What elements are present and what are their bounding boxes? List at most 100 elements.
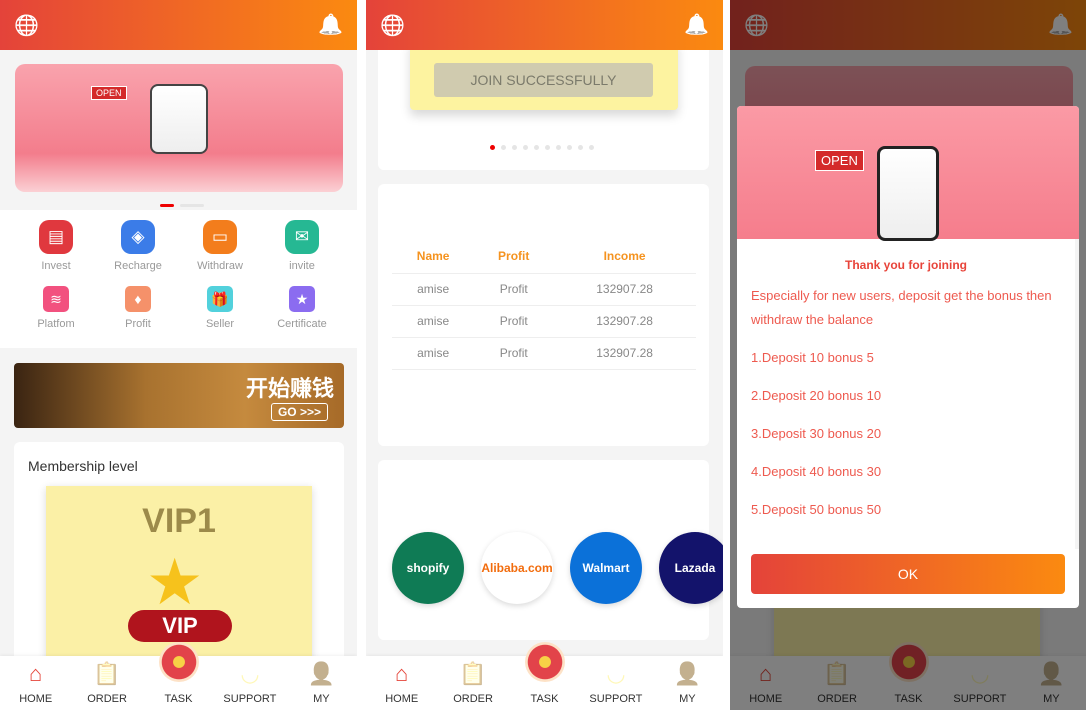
carousel-dots <box>160 204 204 207</box>
tab-support[interactable]: ◡ SUPPORT <box>214 656 285 710</box>
shortcut-label: Profit <box>125 318 151 330</box>
table-cell: Profit <box>474 273 554 306</box>
column-header: Name <box>392 239 475 274</box>
tab-support[interactable]: ◡ SUPPORT <box>580 656 651 710</box>
recharge-icon: ◈ <box>121 220 155 254</box>
home-icon: ⌂ <box>395 661 409 686</box>
clipboard-icon: 📋 <box>459 661 487 686</box>
shortcut-label: Recharge <box>114 260 162 272</box>
vip-level: VIP1 <box>142 502 216 540</box>
tab-bar: ⌂ HOME 📋 ORDER TASK ◡ SUPPORT 👤 MY <box>0 642 357 710</box>
vip-card: JOIN SUCCESSFULLY <box>410 40 678 110</box>
shortcut-invite[interactable]: ✉ invite <box>261 220 343 272</box>
tab-label: MY <box>313 693 330 705</box>
shortcut-withdraw[interactable]: ▭ Withdraw <box>179 220 261 272</box>
bonus-item: 2.Deposit 20 bonus 10 <box>751 388 882 403</box>
tab-my[interactable]: 👤 MY <box>286 656 357 710</box>
bonus-item: 3.Deposit 30 bonus 20 <box>751 426 882 441</box>
welcome-modal: OPEN Thank you for joining Especially fo… <box>737 106 1079 608</box>
shortcut-label: Certificate <box>277 318 327 330</box>
tab-order[interactable]: 📋 ORDER <box>437 656 508 710</box>
tab-label: ORDER <box>453 693 493 705</box>
shortcut-label: invite <box>289 260 315 272</box>
shortcut-invest[interactable]: ▤ Invest <box>15 220 97 272</box>
tab-task[interactable]: TASK <box>143 642 214 710</box>
home-icon: ⌂ <box>29 661 43 686</box>
ok-button[interactable]: OK <box>751 554 1065 594</box>
shortcut-seller[interactable]: 🎁 Seller <box>179 286 261 330</box>
phone-illustration <box>877 146 939 241</box>
tab-my[interactable]: 👤 MY <box>652 656 723 710</box>
table-cell: amise <box>392 305 475 338</box>
shortcut-grid: ▤ Invest ◈ Recharge ▭ Withdraw ✉ invite ≋ Platfom… <box>0 210 357 348</box>
open-sign: OPEN <box>91 86 127 100</box>
home-screen: 🌐 🔔 OPEN ▤ Invest ◈ Recharge ▭ Withdraw ✉ invite… <box>0 0 357 710</box>
headset-icon: ◡ <box>240 661 260 686</box>
shortcut-platfom[interactable]: ≋ Platfom <box>15 286 97 330</box>
tab-label: TASK <box>164 693 193 705</box>
shortcut-recharge[interactable]: ◈ Recharge <box>97 220 179 272</box>
bonus-item: 4.Deposit 40 bonus 30 <box>751 464 882 479</box>
table-cell: amise <box>392 273 475 306</box>
table-cell: Profit <box>474 305 554 338</box>
membership-title: Membership level <box>28 458 138 474</box>
partner-logo-shopify[interactable]: shopify <box>392 532 464 604</box>
task-coin <box>524 642 565 682</box>
partner-logo-alibaba[interactable]: Alibaba.com <box>481 532 553 604</box>
profit-table: Name Profit Income amise Profit 132907.28 amis… <box>392 239 696 370</box>
go-button[interactable]: GO >>> <box>270 403 328 421</box>
profit-table-card: Name Profit Income amise Profit 132907.28 amis… <box>378 184 709 446</box>
coin-icon <box>143 642 214 689</box>
headset-icon: ◡ <box>606 661 626 686</box>
globe-icon[interactable]: 🌐 <box>380 13 405 38</box>
column-header: Income <box>553 239 696 274</box>
join-successfully-button[interactable]: JOIN SUCCESSFULLY <box>434 63 653 97</box>
task-coin <box>158 642 199 682</box>
shortcut-label: Seller <box>205 318 235 330</box>
table-cell: 132907.28 <box>553 337 696 370</box>
tab-order[interactable]: 📋 ORDER <box>71 656 142 710</box>
phone-illustration <box>150 84 208 154</box>
table-row: amise Profit 132907.28 <box>392 337 696 370</box>
tab-label: ORDER <box>87 693 127 705</box>
vip-card[interactable]: VIP1 ★ VIP <box>46 486 312 666</box>
header: 🌐🔔 <box>366 0 723 50</box>
table-row: amise Profit 132907.28 <box>392 273 696 306</box>
modal-title: Thank you for joining <box>845 258 967 272</box>
table-cell: 132907.28 <box>553 305 696 338</box>
table-cell: Profit <box>474 337 554 370</box>
shortcut-certificate[interactable]: ★ Certificate <box>261 286 343 330</box>
seller-icon: 🎁 <box>207 286 233 312</box>
shortcut-label: Invest <box>41 260 71 272</box>
tab-label: SUPPORT <box>223 693 277 705</box>
tab-task[interactable]: TASK <box>509 642 580 710</box>
user-icon: 👤 <box>673 661 702 686</box>
column-header: Profit <box>474 239 554 274</box>
bell-icon[interactable]: 🔔 <box>318 12 343 37</box>
modal-intro: Especially for new users, deposit get th… <box>751 288 1052 327</box>
partner-logo-walmart[interactable]: Walmart <box>570 532 642 604</box>
clipboard-icon: 📋 <box>93 661 121 686</box>
tab-home[interactable]: ⌂ HOME <box>0 656 71 710</box>
shortcut-label: Platfom <box>37 318 75 330</box>
vip-badge: VIP <box>128 610 232 642</box>
tab-home[interactable]: ⌂ HOME <box>366 656 437 710</box>
table-row: amise Profit 132907.28 <box>392 305 696 338</box>
globe-icon[interactable]: 🌐 <box>14 13 39 38</box>
modal-banner: OPEN <box>737 106 1079 241</box>
promo-banner[interactable]: 开始赚钱 GO >>> <box>14 363 344 428</box>
promo-text: 开始赚钱 <box>245 376 334 401</box>
carousel-dots <box>490 145 594 150</box>
home-banner[interactable]: OPEN <box>15 64 343 192</box>
partner-logo-lazada[interactable]: Lazada <box>659 532 723 604</box>
shortcut-profit[interactable]: ♦ Profit <box>97 286 179 330</box>
open-sign: OPEN <box>815 150 864 171</box>
task-card: JOIN SUCCESSFULLY <box>378 40 709 170</box>
modal-content[interactable]: Thank you for joining Especially for new… <box>737 239 1079 549</box>
profit-icon: ♦ <box>125 286 151 312</box>
bell-icon[interactable]: 🔔 <box>684 12 709 37</box>
platfom-icon: ≋ <box>43 286 69 312</box>
star-icon: ★ <box>146 546 204 618</box>
withdraw-icon: ▭ <box>203 220 237 254</box>
table-cell: 132907.28 <box>553 273 696 306</box>
